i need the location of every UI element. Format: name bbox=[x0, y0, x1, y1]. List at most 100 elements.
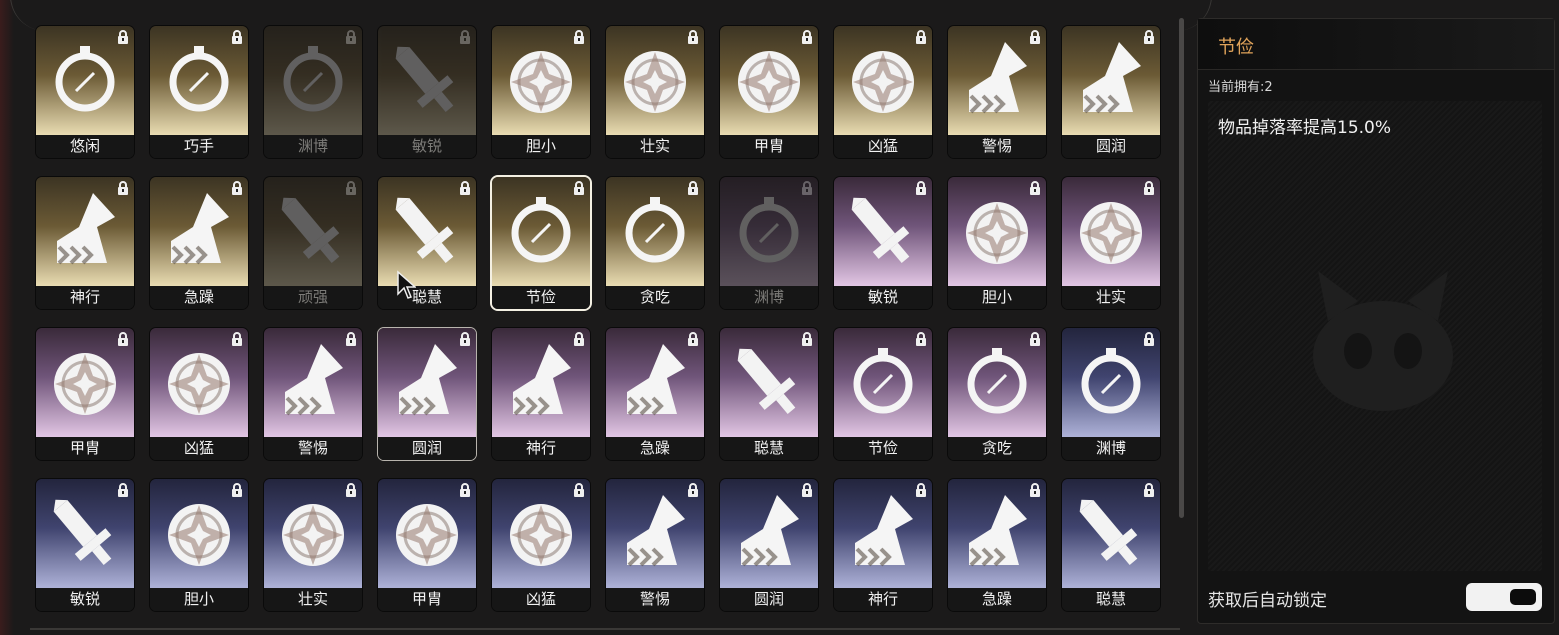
trait-label: 神行 bbox=[834, 588, 932, 611]
trait-label: 巧手 bbox=[150, 135, 248, 158]
trait-card[interactable]: 渊博 bbox=[1062, 328, 1160, 460]
lock-icon[interactable] bbox=[914, 483, 928, 497]
lock-icon[interactable] bbox=[800, 181, 814, 195]
lock-icon[interactable] bbox=[1142, 483, 1156, 497]
trait-card[interactable]: 急躁 bbox=[948, 479, 1046, 611]
trait-card[interactable]: 凶猛 bbox=[492, 479, 590, 611]
grid-scrollbar[interactable] bbox=[1179, 18, 1184, 518]
trait-card[interactable]: 敏锐 bbox=[36, 479, 134, 611]
trait-card[interactable]: 贪吃 bbox=[606, 177, 704, 309]
lock-icon[interactable] bbox=[686, 332, 700, 346]
trait-label: 敏锐 bbox=[36, 588, 134, 611]
trait-card[interactable]: 顽强 bbox=[264, 177, 362, 309]
lock-icon[interactable] bbox=[1028, 181, 1042, 195]
trait-card[interactable]: 甲胄 bbox=[378, 479, 476, 611]
auto-lock-toggle[interactable] bbox=[1466, 583, 1542, 611]
trait-card[interactable]: 节俭 bbox=[492, 177, 590, 309]
lock-icon[interactable] bbox=[458, 332, 472, 346]
lock-icon[interactable] bbox=[116, 181, 130, 195]
lock-icon[interactable] bbox=[458, 483, 472, 497]
lock-icon[interactable] bbox=[230, 332, 244, 346]
trait-card[interactable]: 神行 bbox=[36, 177, 134, 309]
trait-card[interactable]: 神行 bbox=[492, 328, 590, 460]
trait-card[interactable]: 急躁 bbox=[606, 328, 704, 460]
lock-icon[interactable] bbox=[1142, 332, 1156, 346]
trait-card[interactable]: 渊博 bbox=[264, 26, 362, 158]
trait-card[interactable]: 甲胄 bbox=[720, 26, 818, 158]
trait-card[interactable]: 圆润 bbox=[378, 328, 476, 460]
lock-icon[interactable] bbox=[458, 30, 472, 44]
trait-label: 甲胄 bbox=[720, 135, 818, 158]
trait-card[interactable]: 贪吃 bbox=[948, 328, 1046, 460]
lock-icon[interactable] bbox=[344, 483, 358, 497]
trait-card[interactable]: 节俭 bbox=[834, 328, 932, 460]
watermark-emblem-icon bbox=[1313, 271, 1453, 411]
lock-icon[interactable] bbox=[572, 181, 586, 195]
trait-card[interactable]: 敏锐 bbox=[834, 177, 932, 309]
trait-label: 凶猛 bbox=[150, 437, 248, 460]
lock-icon[interactable] bbox=[686, 483, 700, 497]
lock-icon[interactable] bbox=[914, 30, 928, 44]
lock-icon[interactable] bbox=[230, 30, 244, 44]
trait-card[interactable]: 聪慧 bbox=[378, 177, 476, 309]
trait-card[interactable]: 警惕 bbox=[948, 26, 1046, 158]
lock-icon[interactable] bbox=[116, 332, 130, 346]
lock-icon[interactable] bbox=[572, 483, 586, 497]
trait-card[interactable]: 巧手 bbox=[150, 26, 248, 158]
trait-label: 聪慧 bbox=[378, 286, 476, 309]
lock-icon[interactable] bbox=[116, 30, 130, 44]
lock-icon[interactable] bbox=[116, 483, 130, 497]
trait-card[interactable]: 悠闲 bbox=[36, 26, 134, 158]
trait-card[interactable]: 胆小 bbox=[948, 177, 1046, 309]
trait-card[interactable]: 聪慧 bbox=[720, 328, 818, 460]
lock-icon[interactable] bbox=[1142, 30, 1156, 44]
lock-icon[interactable] bbox=[914, 181, 928, 195]
trait-label: 壮实 bbox=[606, 135, 704, 158]
lock-icon[interactable] bbox=[344, 30, 358, 44]
mouse-cursor-icon bbox=[397, 270, 416, 299]
trait-card[interactable]: 凶猛 bbox=[150, 328, 248, 460]
lock-icon[interactable] bbox=[800, 332, 814, 346]
trait-label: 渊博 bbox=[264, 135, 362, 158]
lock-icon[interactable] bbox=[458, 181, 472, 195]
trait-card[interactable]: 聪慧 bbox=[1062, 479, 1160, 611]
trait-card[interactable]: 壮实 bbox=[264, 479, 362, 611]
lock-icon[interactable] bbox=[914, 332, 928, 346]
lock-icon[interactable] bbox=[1028, 332, 1042, 346]
trait-card[interactable]: 凶猛 bbox=[834, 26, 932, 158]
trait-card[interactable]: 壮实 bbox=[606, 26, 704, 158]
trait-label: 节俭 bbox=[492, 286, 590, 309]
trait-card[interactable]: 敏锐 bbox=[378, 26, 476, 158]
lock-icon[interactable] bbox=[572, 30, 586, 44]
trait-card[interactable]: 警惕 bbox=[264, 328, 362, 460]
trait-card[interactable]: 神行 bbox=[834, 479, 932, 611]
trait-label: 圆润 bbox=[1062, 135, 1160, 158]
trait-label: 警惕 bbox=[606, 588, 704, 611]
lock-icon[interactable] bbox=[800, 30, 814, 44]
trait-card[interactable]: 圆润 bbox=[720, 479, 818, 611]
trait-card[interactable]: 圆润 bbox=[1062, 26, 1160, 158]
trait-label: 神行 bbox=[36, 286, 134, 309]
lock-icon[interactable] bbox=[686, 30, 700, 44]
lock-icon[interactable] bbox=[686, 181, 700, 195]
lock-icon[interactable] bbox=[344, 332, 358, 346]
lock-icon[interactable] bbox=[800, 483, 814, 497]
lock-icon[interactable] bbox=[1142, 181, 1156, 195]
trait-card[interactable]: 警惕 bbox=[606, 479, 704, 611]
trait-card[interactable]: 胆小 bbox=[492, 26, 590, 158]
toggle-knob bbox=[1510, 589, 1536, 605]
trait-label: 聪慧 bbox=[720, 437, 818, 460]
lock-icon[interactable] bbox=[572, 332, 586, 346]
trait-card[interactable]: 渊博 bbox=[720, 177, 818, 309]
trait-label: 壮实 bbox=[264, 588, 362, 611]
trait-card[interactable]: 甲胄 bbox=[36, 328, 134, 460]
trait-card[interactable]: 壮实 bbox=[1062, 177, 1160, 309]
lock-icon[interactable] bbox=[1028, 483, 1042, 497]
lock-icon[interactable] bbox=[230, 483, 244, 497]
lock-icon[interactable] bbox=[1028, 30, 1042, 44]
trait-card[interactable]: 急躁 bbox=[150, 177, 248, 309]
trait-card[interactable]: 胆小 bbox=[150, 479, 248, 611]
lock-icon[interactable] bbox=[230, 181, 244, 195]
lock-icon[interactable] bbox=[344, 181, 358, 195]
trait-label: 壮实 bbox=[1062, 286, 1160, 309]
